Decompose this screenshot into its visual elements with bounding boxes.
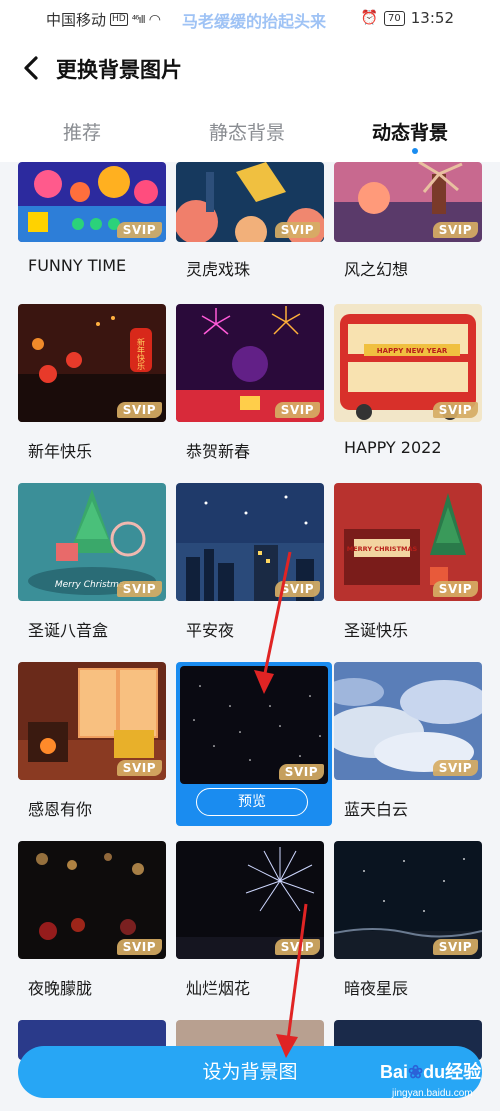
wallpaper-card[interactable]: SVIP 恭贺新春 bbox=[176, 304, 324, 464]
wallpaper-thumbnail: Merry Christmas SVIP bbox=[18, 483, 166, 601]
wallpaper-card[interactable]: HAPPY NEW YEAR SVIP HAPPY 2022 bbox=[334, 304, 482, 464]
wallpaper-name: 感恩有你 bbox=[28, 800, 93, 819]
alarm-icon: ⏰ bbox=[360, 10, 379, 26]
svip-badge: SVIP bbox=[274, 402, 320, 418]
wallpaper-card[interactable]: SVIP 风之幻想 bbox=[334, 162, 482, 322]
tab-dynamic-background[interactable]: 动态背景 bbox=[372, 118, 448, 145]
wallpaper-card[interactable]: SVIP 感恩有你 bbox=[18, 662, 166, 822]
status-bar: 中国移动 HD ⁴⁶ıll ◠ 马老缓缓的抬起头来 ⏰ 70 13:52 bbox=[0, 0, 500, 36]
wallpaper-name: FUNNY TIME bbox=[28, 256, 127, 275]
tab-recommended[interactable]: 推荐 bbox=[63, 118, 101, 145]
wallpaper-name: 暗夜星辰 bbox=[344, 979, 409, 998]
svip-badge: SVIP bbox=[116, 402, 162, 418]
svip-badge: SVIP bbox=[274, 939, 320, 955]
app-header: 更换背景图片 bbox=[0, 36, 500, 100]
bus-banner-text: HAPPY NEW YEAR bbox=[377, 347, 448, 355]
svip-badge: SVIP bbox=[274, 222, 320, 238]
carrier-label: 中国移动 bbox=[46, 11, 107, 29]
svip-badge: SVIP bbox=[278, 764, 324, 780]
tab-bar: 推荐 静态背景 动态背景 bbox=[0, 100, 500, 162]
wallpaper-thumbnail: SVIP bbox=[334, 841, 482, 959]
tab-static-background[interactable]: 静态背景 bbox=[209, 118, 285, 145]
status-marquee: 马老缓缓的抬起头来 bbox=[182, 12, 327, 31]
signal-icon: ⁴⁶ıll bbox=[131, 13, 146, 26]
wallpaper-thumbnail: SVIP bbox=[18, 841, 166, 959]
wallpaper-card[interactable]: 新年快乐 SVIP 新年快乐 bbox=[18, 304, 166, 464]
wallpaper-thumbnail: MERRY CHRISTMAS SVIP bbox=[334, 483, 482, 601]
battery-icon: 70 bbox=[384, 10, 405, 26]
active-tab-indicator bbox=[412, 148, 418, 154]
wallpaper-card[interactable]: SVIP 灵虎戏珠 bbox=[176, 162, 324, 322]
svip-badge: SVIP bbox=[116, 760, 162, 776]
wallpaper-thumbnail: SVIP bbox=[18, 662, 166, 780]
watermark-url: jingyan.baidu.com bbox=[392, 1088, 473, 1099]
wallpaper-card[interactable]: SVIP 夜晚朦胧 bbox=[18, 841, 166, 1001]
wallpaper-name: 夜晚朦胧 bbox=[28, 979, 93, 998]
hd-icon: HD bbox=[110, 13, 128, 26]
wallpaper-name: 圣诞八音盒 bbox=[28, 621, 109, 640]
svip-badge: SVIP bbox=[432, 939, 478, 955]
wallpaper-name: 恭贺新春 bbox=[186, 442, 251, 461]
wallpaper-card[interactable]: SVIP 暗夜星辰 bbox=[334, 841, 482, 1001]
baidu-jingyan-watermark: Bai❀du经验 bbox=[380, 1062, 482, 1082]
wallpaper-card-selected[interactable]: SVIP 预览 bbox=[176, 662, 332, 826]
wallpaper-thumbnail: 新年快乐 SVIP bbox=[18, 304, 166, 422]
wallpaper-name: 圣诞快乐 bbox=[344, 621, 409, 640]
wallpaper-name: 灵虎戏珠 bbox=[186, 260, 251, 279]
svip-badge: SVIP bbox=[116, 939, 162, 955]
wallpaper-thumbnail: HAPPY NEW YEAR SVIP bbox=[334, 304, 482, 422]
wallpaper-name: 灿烂烟花 bbox=[186, 979, 251, 998]
wallpaper-name: 平安夜 bbox=[186, 621, 235, 640]
page-title: 更换背景图片 bbox=[56, 58, 182, 82]
svip-badge: SVIP bbox=[116, 581, 162, 597]
christmas-sign-text: MERRY CHRISTMAS bbox=[347, 545, 418, 553]
wallpaper-card[interactable]: SVIP FUNNY TIME bbox=[18, 162, 166, 322]
clock: 13:52 bbox=[410, 9, 454, 27]
wallpaper-grid[interactable]: SVIP FUNNY TIME SVIP 灵虎戏珠 SVIP 风之幻想 新年快乐… bbox=[0, 162, 500, 1111]
wifi-icon: ◠ bbox=[148, 11, 161, 28]
wallpaper-thumbnail: SVIP bbox=[18, 162, 166, 242]
paw-icon: ❀ bbox=[408, 1062, 424, 1082]
wallpaper-card[interactable]: SVIP 平安夜 bbox=[176, 483, 324, 643]
wallpaper-card[interactable]: SVIP 灿烂烟花 bbox=[176, 841, 324, 1001]
back-arrow-icon[interactable] bbox=[18, 52, 48, 84]
svip-badge: SVIP bbox=[432, 760, 478, 776]
wallpaper-name: 蓝天白云 bbox=[344, 800, 409, 819]
lantern-text: 新年快乐 bbox=[137, 337, 146, 370]
wallpaper-name: 新年快乐 bbox=[28, 442, 93, 461]
svip-badge: SVIP bbox=[116, 222, 162, 238]
svip-badge: SVIP bbox=[432, 402, 478, 418]
svip-badge: SVIP bbox=[432, 581, 478, 597]
wallpaper-card[interactable]: SVIP 蓝天白云 bbox=[334, 662, 482, 822]
wallpaper-thumbnail: SVIP bbox=[176, 304, 324, 422]
wallpaper-thumbnail: SVIP bbox=[176, 483, 324, 601]
wallpaper-thumbnail: SVIP bbox=[176, 162, 324, 242]
wallpaper-thumbnail: SVIP bbox=[176, 841, 324, 959]
svip-badge: SVIP bbox=[432, 222, 478, 238]
wallpaper-thumbnail: SVIP bbox=[334, 162, 482, 242]
wallpaper-thumbnail: SVIP bbox=[180, 666, 328, 784]
svip-badge: SVIP bbox=[274, 581, 320, 597]
preview-button[interactable]: 预览 bbox=[196, 788, 308, 816]
wallpaper-name: HAPPY 2022 bbox=[344, 438, 442, 457]
wallpaper-card[interactable]: MERRY CHRISTMAS SVIP 圣诞快乐 bbox=[334, 483, 482, 643]
wallpaper-name: 风之幻想 bbox=[344, 260, 409, 279]
wallpaper-thumbnail: SVIP bbox=[334, 662, 482, 780]
wallpaper-card[interactable]: Merry Christmas SVIP 圣诞八音盒 bbox=[18, 483, 166, 643]
